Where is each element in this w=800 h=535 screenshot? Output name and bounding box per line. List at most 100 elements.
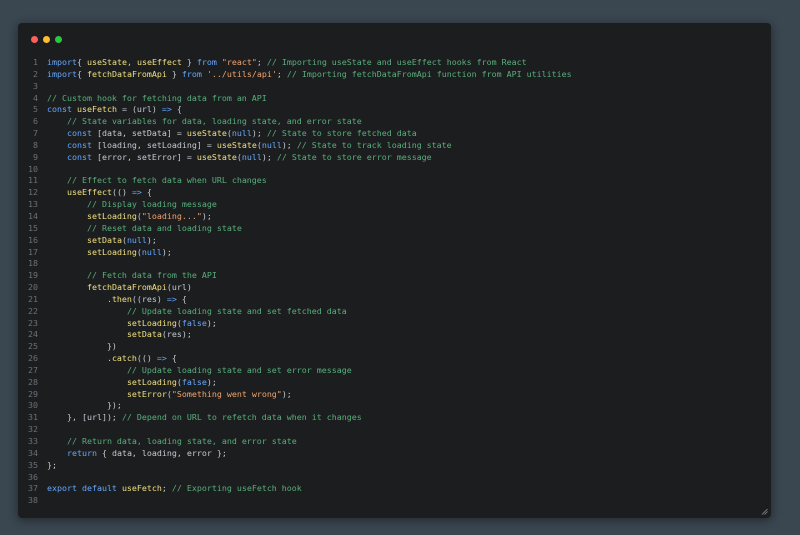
- line-number: 16: [28, 234, 38, 245]
- maximize-dot-icon[interactable]: [55, 36, 62, 43]
- line-number: 24: [28, 329, 38, 340]
- code-token: =>: [166, 293, 177, 304]
- code-line: 17 setLoading(null);: [18, 247, 771, 259]
- code-token: [data, setData] =: [96, 128, 187, 139]
- code-line: 13 // Display loading message: [18, 199, 771, 211]
- close-dot-icon[interactable]: [31, 36, 38, 43]
- line-number: 30: [28, 400, 38, 411]
- code-text: setLoading("loading...");: [47, 211, 212, 223]
- code-token: });: [47, 400, 122, 411]
- line-number: 21: [28, 293, 38, 304]
- code-text: import{ fetchDataFromApi } from '../util…: [47, 69, 572, 81]
- code-token: const: [66, 151, 97, 162]
- code-text: // Custom hook for fetching data from an…: [47, 93, 267, 105]
- code-token: useEffect: [66, 187, 112, 198]
- code-token: );: [281, 139, 297, 150]
- code-token: useState: [186, 128, 227, 139]
- code-token: };: [47, 459, 57, 470]
- code-text: import{ useState, useEffect } from "reac…: [47, 57, 527, 69]
- code-token: );: [201, 210, 212, 221]
- code-line: 27 // Update loading state and set error…: [18, 365, 771, 377]
- code-token: useState: [196, 151, 237, 162]
- resize-grip-icon[interactable]: [761, 508, 768, 515]
- code-line: 32: [18, 424, 771, 436]
- code-token: // State to track loading state: [296, 139, 452, 150]
- code-text: setData(null);: [47, 235, 157, 247]
- line-number: 29: [28, 388, 38, 399]
- code-text: useEffect(() => {: [47, 187, 152, 199]
- code-line: 34 return { data, loading, error };: [18, 448, 771, 460]
- line-number: 34: [28, 447, 38, 458]
- code-line: 20 fetchDataFromApi(url): [18, 282, 771, 294]
- line-number: 2: [33, 68, 38, 79]
- code-line: 6 // State variables for data, loading s…: [18, 116, 771, 128]
- line-number: 32: [28, 424, 38, 435]
- code-line: 21 .then((res) => {: [18, 294, 771, 306]
- code-line: 28 setLoading(false);: [18, 377, 771, 389]
- code-token: setLoading: [126, 317, 177, 328]
- code-token: {: [171, 104, 182, 115]
- code-token: .: [47, 353, 112, 364]
- code-text: // Reset data and loading state: [47, 223, 242, 235]
- minimize-dot-icon[interactable]: [43, 36, 50, 43]
- code-token: setLoading: [126, 376, 177, 387]
- line-number: 35: [28, 459, 38, 470]
- window-titlebar: [18, 23, 771, 55]
- code-token: );: [251, 128, 267, 139]
- code-line: 36: [18, 472, 771, 484]
- line-number: 14: [28, 210, 38, 221]
- code-text: // Fetch data from the API: [47, 270, 217, 282]
- code-editor[interactable]: 1 import{ useState, useEffect } from "rea…: [18, 57, 771, 507]
- code-text: setLoading(null);: [47, 247, 172, 259]
- code-token: // Update loading state and set error me…: [126, 364, 352, 375]
- code-text: setError("Something went wrong");: [47, 389, 292, 401]
- code-token: );: [281, 388, 292, 399]
- code-text: });: [47, 400, 122, 412]
- code-text: export default useFetch; // Exporting us…: [47, 483, 302, 495]
- code-line: 4 // Custom hook for fetching data from a…: [18, 93, 771, 105]
- code-token: import: [47, 57, 77, 67]
- line-number: 18: [28, 258, 38, 269]
- code-line: 2 import{ fetchDataFromApi } from '../uti…: [18, 69, 771, 81]
- code-token: [loading, setLoading] =: [96, 139, 217, 150]
- code-line: 38: [18, 495, 771, 507]
- code-token: ;: [256, 57, 267, 67]
- code-text: setLoading(false);: [47, 318, 217, 330]
- line-number: 26: [28, 353, 38, 364]
- line-number: 23: [28, 317, 38, 328]
- code-token: null: [241, 151, 262, 162]
- code-token: );: [146, 234, 157, 245]
- code-token: (res);: [161, 329, 192, 340]
- code-token: { data, loading, error };: [96, 447, 227, 458]
- code-token: =>: [161, 104, 172, 115]
- line-number: 13: [28, 199, 38, 210]
- line-number: 1: [33, 57, 38, 67]
- code-token: }): [47, 341, 117, 352]
- code-line: 18: [18, 258, 771, 270]
- line-number: 11: [28, 175, 38, 186]
- code-token: setLoading: [86, 210, 137, 221]
- code-token: import: [47, 68, 77, 79]
- code-token: (url): [166, 282, 192, 293]
- code-text: setData(res);: [47, 329, 192, 341]
- code-token: null: [231, 128, 252, 139]
- code-token: null: [126, 234, 147, 245]
- line-number: 3: [33, 80, 38, 91]
- code-text: const useFetch = (url) => {: [47, 104, 182, 116]
- code-token: .: [47, 293, 112, 304]
- code-token: setLoading: [86, 246, 137, 257]
- code-token: from: [196, 57, 217, 67]
- code-text: }): [47, 341, 117, 353]
- code-text: // Display loading message: [47, 199, 217, 211]
- code-token: // Update loading state and set fetched …: [126, 305, 347, 316]
- code-token: ;: [161, 483, 172, 494]
- code-token: =>: [156, 353, 167, 364]
